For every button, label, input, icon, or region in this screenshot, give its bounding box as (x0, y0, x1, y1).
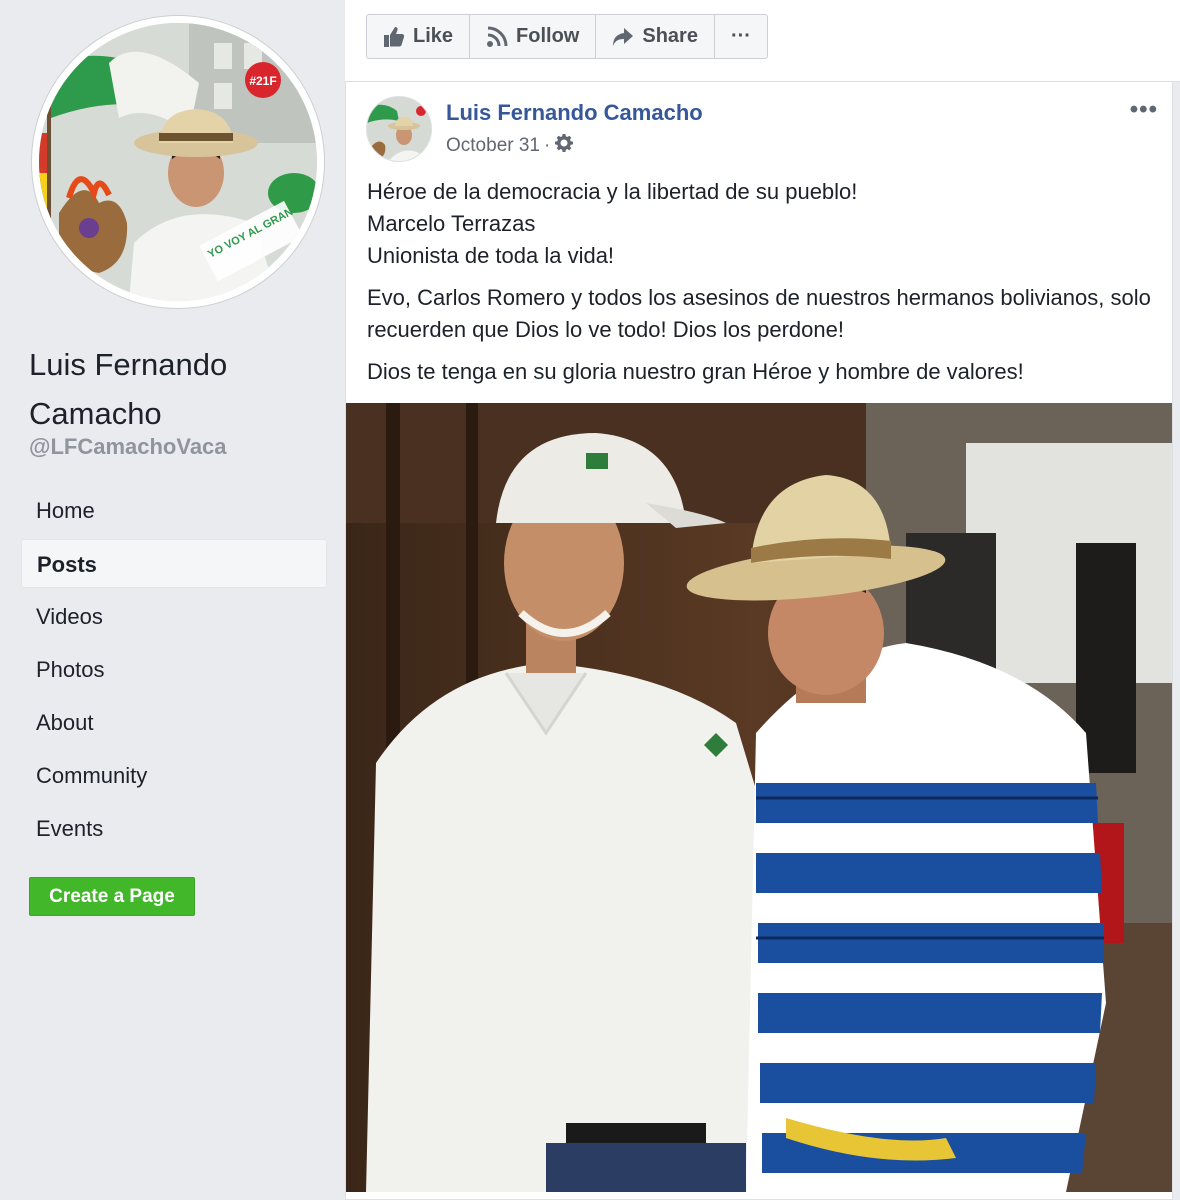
post-options-icon[interactable]: ••• (1130, 96, 1158, 124)
page-handle[interactable]: @LFCamachoVaca (29, 434, 227, 460)
author-avatar-image (367, 97, 431, 161)
nav-item-home[interactable]: Home (21, 486, 327, 535)
like-button[interactable]: Like (367, 15, 471, 58)
post-photo[interactable] (346, 403, 1172, 1192)
post-line: Unionista de toda la vida! (367, 243, 615, 268)
post-author-link[interactable]: Luis Fernando Camacho (446, 100, 703, 126)
more-options-button[interactable]: ··· (715, 15, 767, 58)
create-page-button[interactable]: Create a Page (29, 877, 195, 916)
nav-item-community[interactable]: Community (21, 751, 327, 800)
left-sidebar: #21F YO VOY AL GRAN CABILDO Luis Fernand… (0, 0, 345, 1200)
post-paragraph-1: Héroe de la democracia y la libertad de … (367, 176, 1157, 272)
rss-follow-icon (486, 26, 508, 48)
post-line: Héroe de la democracia y la libertad de … (367, 179, 858, 204)
post-line: Marcelo Terrazas (367, 211, 536, 236)
post-body: Héroe de la democracia y la libertad de … (367, 176, 1157, 398)
page-action-bar: Like Follow Share ··· (345, 0, 1180, 82)
page-title: Luis Fernando Camacho (29, 347, 228, 431)
nav-item-events[interactable]: Events (21, 804, 327, 853)
profile-picture-image: #21F YO VOY AL GRAN CABILDO (39, 23, 317, 301)
page-action-buttons: Like Follow Share ··· (366, 14, 768, 59)
profile-badge-text: #21F (249, 74, 276, 88)
follow-label: Follow (516, 25, 580, 47)
profile-picture[interactable]: #21F YO VOY AL GRAN CABILDO (32, 16, 324, 308)
audience-gear-icon[interactable] (554, 133, 574, 159)
nav-item-videos[interactable]: Videos (21, 592, 327, 641)
post-date[interactable]: October 31 (446, 135, 540, 157)
like-label: Like (413, 25, 454, 47)
thumbs-up-icon (383, 26, 405, 48)
post-paragraph-3: Dios te tenga en su gloria nuestro gran … (367, 359, 1024, 384)
follow-button[interactable]: Follow (470, 15, 597, 58)
nav-item-about[interactable]: About (21, 698, 327, 747)
post-meta: October 31 · (446, 133, 574, 159)
share-button[interactable]: Share (596, 15, 715, 58)
post-card: Luis Fernando Camacho October 31 · ••• H… (345, 82, 1173, 1200)
share-label: Share (642, 25, 698, 47)
author-avatar[interactable] (366, 96, 432, 162)
meta-separator: · (544, 135, 551, 156)
nav-item-photos[interactable]: Photos (21, 645, 327, 694)
share-arrow-icon (612, 26, 634, 48)
profile-photo-illustration: #21F YO VOY AL GRAN CABILDO (39, 23, 317, 301)
more-options-label: ··· (730, 25, 751, 47)
nav-item-posts[interactable]: Posts (21, 539, 327, 588)
page-nav: Home Posts Videos Photos About Community… (21, 486, 327, 857)
post-paragraph-2: Evo, Carlos Romero y todos los asesinos … (367, 285, 1151, 342)
post-photo-illustration (346, 403, 1172, 1192)
